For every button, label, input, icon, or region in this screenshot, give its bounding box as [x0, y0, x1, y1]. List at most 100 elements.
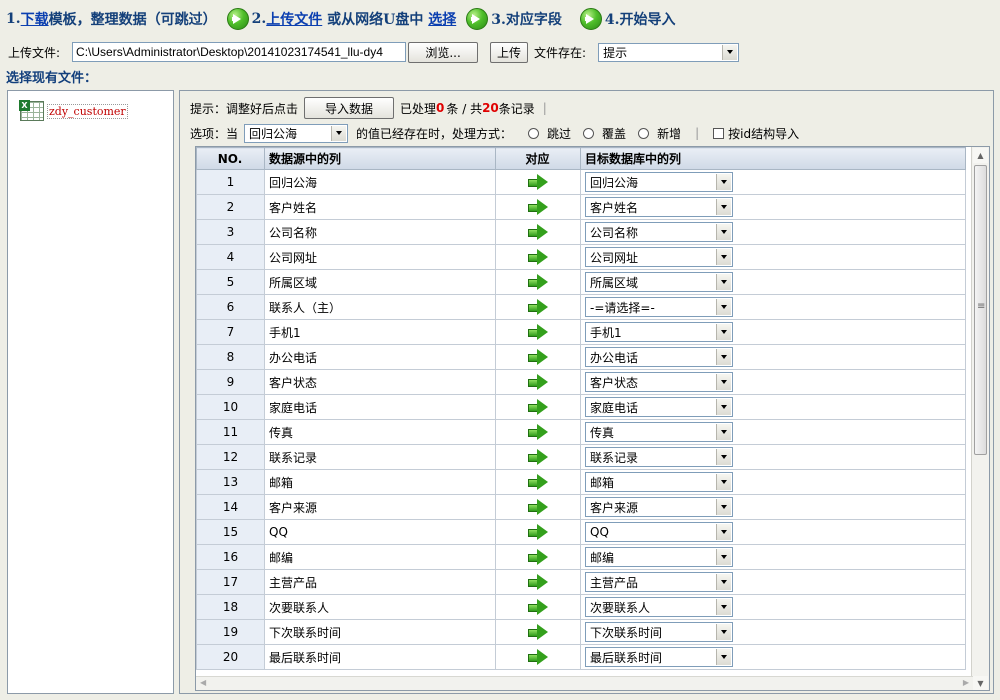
options-row: 选项：当 回归公海 的值已经存在时，处理方式： 跳过 覆盖 新增 | 按id结构…: [190, 123, 799, 143]
select-from-cloud-link[interactable]: 选择: [428, 9, 456, 29]
source-column-name: 邮箱: [264, 469, 496, 495]
file-name[interactable]: zdy_customer: [47, 103, 128, 119]
target-column-select[interactable]: 所属区域: [585, 272, 733, 292]
green-right-arrow-icon: [528, 624, 548, 640]
target-column-value: 办公电话: [590, 350, 639, 365]
target-column-select[interactable]: 邮箱: [585, 472, 733, 492]
chevron-down-icon[interactable]: [716, 249, 731, 265]
file-item[interactable]: zdy_customer: [19, 100, 128, 121]
chevron-down-icon[interactable]: [716, 399, 731, 415]
chevron-down-icon[interactable]: [716, 324, 731, 340]
file-path-input[interactable]: C:\Users\Administrator\Desktop\201410231…: [72, 42, 407, 62]
scroll-right-icon[interactable]: ▶: [963, 678, 969, 687]
key-field-value: 回归公海: [249, 126, 298, 141]
target-column-select[interactable]: 邮编: [585, 547, 733, 567]
mapping-cell: [495, 319, 581, 345]
chevron-down-icon[interactable]: [716, 449, 731, 465]
target-column-select[interactable]: 联系记录: [585, 447, 733, 467]
scroll-down-icon[interactable]: ▼: [973, 676, 988, 690]
chevron-down-icon[interactable]: [716, 649, 731, 665]
upload-button[interactable]: 上传: [490, 41, 529, 63]
file-exists-select[interactable]: 提示: [598, 42, 740, 62]
chevron-down-icon[interactable]: [716, 299, 731, 315]
chevron-down-icon[interactable]: [716, 524, 731, 540]
horizontal-scrollbar[interactable]: ◀ ▶: [196, 676, 973, 690]
target-column-select[interactable]: 回归公海: [585, 172, 733, 192]
source-column-name: 联系人（主）: [264, 294, 496, 320]
download-template-link[interactable]: 下载: [21, 9, 49, 29]
green-right-arrow-icon: [528, 424, 548, 440]
step-arrow-icon: [579, 8, 602, 30]
source-column-name: 公司名称: [264, 219, 496, 245]
scroll-thumb[interactable]: [974, 165, 987, 455]
chevron-down-icon[interactable]: [331, 125, 347, 141]
target-column-value: 下次联系时间: [590, 625, 663, 640]
mapping-table-container: NO. 数据源中的列 对应 目标数据库中的列 1 回归公海 回归公海 2 客户姓名 客户姓…: [195, 146, 990, 691]
id-struct-checkbox[interactable]: [713, 127, 725, 139]
upload-file-link[interactable]: 上传文件: [266, 9, 322, 29]
scroll-up-icon[interactable]: ▲: [973, 148, 988, 163]
target-column-select[interactable]: -=请选择=-: [585, 297, 733, 317]
import-data-button[interactable]: 导入数据: [304, 97, 395, 119]
target-column-select[interactable]: 客户姓名: [585, 197, 733, 217]
target-column-select[interactable]: 客户状态: [585, 372, 733, 392]
source-column-name: 主营产品: [264, 569, 496, 595]
chevron-down-icon[interactable]: [716, 474, 731, 490]
chevron-down-icon[interactable]: [716, 174, 731, 190]
chevron-down-icon[interactable]: [716, 199, 731, 215]
header-mapping: 对应: [495, 147, 581, 170]
chevron-down-icon[interactable]: [716, 574, 731, 590]
step2-prefix: 2.: [251, 11, 267, 27]
table-row: 17 主营产品 主营产品: [196, 569, 966, 595]
source-column-name: 所属区域: [264, 269, 496, 295]
target-column-select[interactable]: QQ: [585, 522, 733, 542]
chevron-down-icon[interactable]: [716, 374, 731, 390]
total-unit: 条记录: [498, 101, 535, 116]
chevron-down-icon[interactable]: [716, 599, 731, 615]
target-column-select[interactable]: 下次联系时间: [585, 622, 733, 642]
target-column-select[interactable]: 公司名称: [585, 222, 733, 242]
mapping-cell: [495, 394, 581, 420]
target-column-value: -=请选择=-: [590, 300, 655, 315]
row-number: 13: [196, 469, 265, 495]
chevron-down-icon[interactable]: [716, 424, 731, 440]
target-column-select[interactable]: 办公电话: [585, 347, 733, 367]
key-field-select[interactable]: 回归公海: [244, 123, 349, 143]
table-row: 13 邮箱 邮箱: [196, 469, 966, 495]
mapping-cell: [495, 469, 581, 495]
green-right-arrow-icon: [528, 399, 548, 415]
row-number: 2: [196, 194, 265, 220]
chevron-down-icon[interactable]: [716, 499, 731, 515]
target-column-select[interactable]: 主营产品: [585, 572, 733, 592]
skip-radio[interactable]: [528, 127, 540, 139]
chevron-down-icon[interactable]: [722, 44, 738, 60]
target-column-select[interactable]: 公司网址: [585, 247, 733, 267]
row-number: 11: [196, 419, 265, 445]
vertical-scrollbar[interactable]: ▲ ▼: [971, 147, 989, 690]
target-column-cell: 客户姓名: [580, 194, 966, 220]
target-column-select[interactable]: 最后联系时间: [585, 647, 733, 667]
green-right-arrow-icon: [528, 174, 548, 190]
green-right-arrow-icon: [528, 599, 548, 615]
chevron-down-icon[interactable]: [716, 274, 731, 290]
overwrite-radio[interactable]: [583, 127, 595, 139]
chevron-down-icon[interactable]: [716, 549, 731, 565]
target-column-select[interactable]: 手机1: [585, 322, 733, 342]
processed-unit: 条 / 共: [446, 101, 483, 116]
table-row: 10 家庭电话 家庭电话: [196, 394, 966, 420]
add-radio[interactable]: [638, 127, 650, 139]
target-column-select[interactable]: 客户来源: [585, 497, 733, 517]
row-number: 8: [196, 344, 265, 370]
options-label: 选项：当: [190, 126, 239, 141]
browse-button[interactable]: 浏览...: [408, 41, 479, 63]
scroll-left-icon[interactable]: ◀: [200, 678, 206, 687]
separator: |: [542, 101, 547, 115]
target-column-select[interactable]: 家庭电话: [585, 397, 733, 417]
chevron-down-icon[interactable]: [716, 624, 731, 640]
target-column-select[interactable]: 次要联系人: [585, 597, 733, 617]
target-column-cell: 次要联系人: [580, 594, 966, 620]
target-column-select[interactable]: 传真: [585, 422, 733, 442]
chevron-down-icon[interactable]: [716, 224, 731, 240]
mapping-cell: [495, 294, 581, 320]
chevron-down-icon[interactable]: [716, 349, 731, 365]
